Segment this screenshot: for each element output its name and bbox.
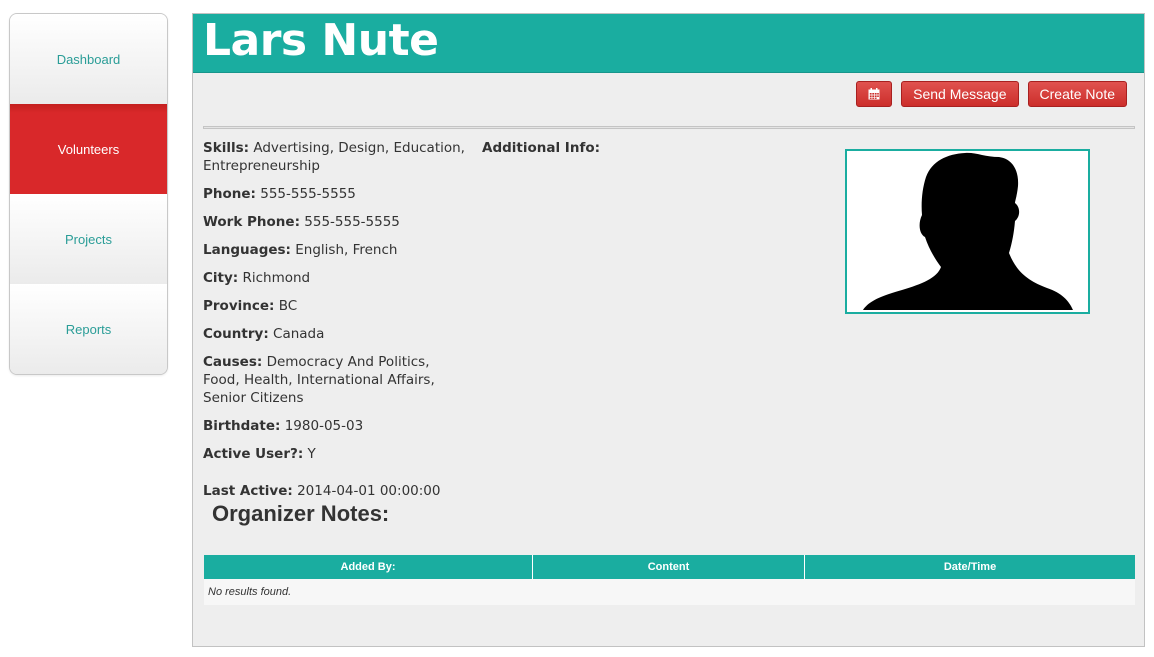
- sidebar-item-dashboard[interactable]: Dashboard: [10, 14, 167, 104]
- column-content[interactable]: Content: [532, 555, 805, 579]
- section-divider: [203, 126, 1135, 129]
- column-added-by[interactable]: Added By:: [204, 555, 533, 579]
- send-message-button[interactable]: Send Message: [901, 81, 1019, 107]
- calendar-icon: [868, 88, 880, 100]
- last-active-value: 2014-04-01 00:00:00: [297, 483, 441, 499]
- sidebar-item-reports[interactable]: Reports: [10, 284, 167, 374]
- phone-value: 555-555-5555: [260, 186, 356, 202]
- person-silhouette-icon: [863, 152, 1073, 310]
- volunteer-name: Lars Nute: [203, 15, 439, 66]
- table-header-row: Added By: Content Date/Time: [204, 555, 1135, 579]
- calendar-button[interactable]: [856, 81, 893, 107]
- volunteer-profile-panel: Lars Nute Send Message Create Note Skill…: [192, 13, 1145, 647]
- city-value: Richmond: [242, 270, 311, 286]
- field-skills: Skills: Advertising, Design, Education, …: [203, 140, 465, 174]
- field-birthdate: Birthdate: 1980-05-03: [203, 418, 364, 434]
- field-active-user: Active User?: Y: [203, 446, 316, 462]
- column-date-time[interactable]: Date/Time: [804, 555, 1135, 579]
- profile-header: Lars Nute: [193, 14, 1144, 73]
- organizer-notes-table: Added By: Content Date/Time No results f…: [204, 555, 1135, 605]
- active-user-value: Y: [307, 446, 316, 462]
- empty-results-text: No results found.: [204, 579, 1135, 605]
- sidebar-nav: Dashboard Volunteers Projects Reports: [9, 13, 168, 375]
- additional-info-label: Additional Info:: [482, 140, 600, 156]
- field-causes: Causes: Democracy And Politics, Food, He…: [203, 354, 435, 406]
- field-phone: Phone: 555-555-5555: [203, 186, 356, 202]
- province-value: BC: [278, 298, 298, 314]
- organizer-notes-title: Organizer Notes:: [212, 501, 390, 526]
- profile-photo: [845, 149, 1090, 314]
- field-languages: Languages: English, French: [203, 242, 398, 258]
- field-city: City: Richmond: [203, 270, 311, 286]
- sidebar-item-volunteers[interactable]: Volunteers: [10, 104, 167, 194]
- field-work-phone: Work Phone: 555-555-5555: [203, 214, 400, 230]
- profile-details: Skills: Advertising, Design, Education, …: [203, 139, 468, 510]
- create-note-button[interactable]: Create Note: [1027, 81, 1127, 107]
- field-province: Province: BC: [203, 298, 298, 314]
- sidebar-item-projects[interactable]: Projects: [10, 194, 167, 284]
- field-country: Country: Canada: [203, 326, 325, 342]
- field-last-active: Last Active: 2014-04-01 00:00:00: [203, 483, 441, 499]
- birthdate-value: 1980-05-03: [284, 418, 364, 434]
- work-phone-value: 555-555-5555: [304, 214, 400, 230]
- action-toolbar: Send Message Create Note: [856, 81, 1127, 107]
- languages-value: English, French: [295, 242, 398, 258]
- table-row: No results found.: [204, 579, 1135, 605]
- country-value: Canada: [273, 326, 325, 342]
